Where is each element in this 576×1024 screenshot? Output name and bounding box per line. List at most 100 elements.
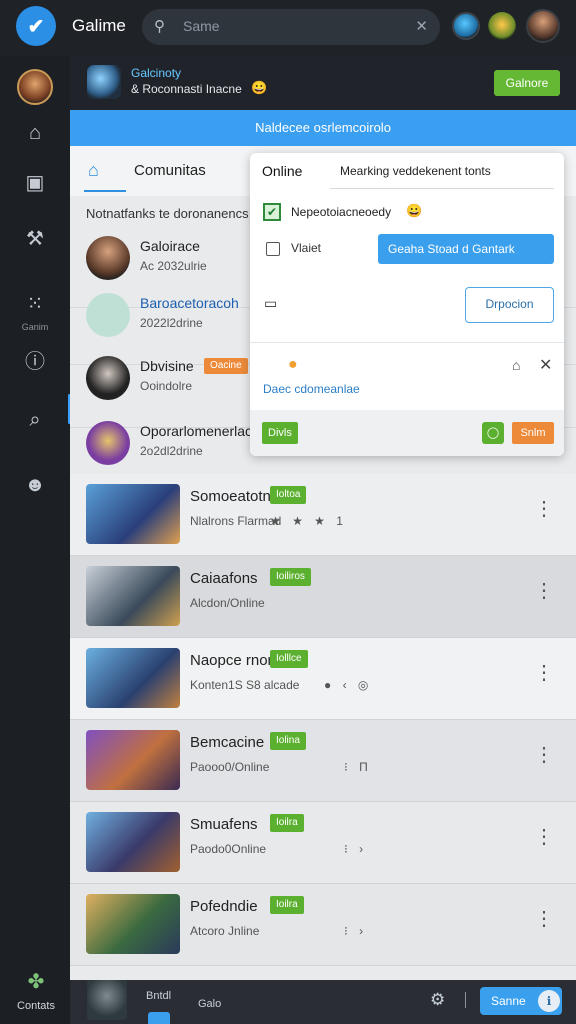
game-thumbnail: [86, 648, 180, 708]
game-tag: Ioilra: [270, 896, 304, 914]
game-thumbnail: [86, 812, 180, 872]
clear-icon[interactable]: ✕: [415, 17, 428, 35]
grid-icon[interactable]: ⁙: [22, 291, 48, 317]
game-status: Paooo0/Online: [190, 760, 270, 774]
popup-text-field[interactable]: Mearking veddekenent tonts: [330, 159, 554, 189]
checkbox-label: Nepeotoiacneoedy: [291, 205, 392, 219]
game-row[interactable]: Smuafens Ioilra Paodo0Online ⁝ › ⋮: [70, 802, 576, 884]
home-icon[interactable]: ⌂: [22, 120, 48, 146]
friend-avatar: [86, 293, 130, 337]
monitor-icon[interactable]: ▭: [264, 295, 277, 312]
tab-community[interactable]: Comunitas: [134, 162, 206, 179]
game-tag: Iolina: [270, 732, 306, 750]
checked-checkbox[interactable]: ✔: [263, 203, 281, 221]
achievement-icon[interactable]: [488, 12, 516, 40]
game-title: Smuafens: [190, 816, 258, 833]
emoji-icon: 😀: [251, 80, 268, 95]
friends-icon[interactable]: ☻: [22, 472, 48, 498]
friend-status: 2022l2drine: [140, 316, 203, 330]
popup-title: Online: [262, 163, 303, 179]
friend-name: Oporarlomenerlacec: [140, 423, 267, 439]
info-icon[interactable]: ⓘ: [22, 349, 48, 375]
popup-link[interactable]: Daec cdomeanlae: [263, 382, 360, 396]
friend-name: Dbvisine: [140, 358, 194, 374]
profile-thumbnail[interactable]: [87, 65, 121, 99]
header-button[interactable]: Galnore: [494, 70, 560, 96]
friend-status: Ooindolre: [140, 379, 193, 393]
profile-status: & Roconnasti Inacne: [131, 82, 242, 96]
game-rating: ★ ★ ★ 1: [270, 514, 347, 528]
game-status-icons: ⁝ ›: [344, 842, 368, 856]
game-status: Alcdon/Online: [190, 596, 265, 610]
bottom-avatar[interactable]: [87, 980, 127, 1020]
notification-tab: [148, 1012, 170, 1024]
bottom-name: Bntdl: [146, 990, 172, 1002]
game-status-icons: ⁝ Π: [344, 760, 372, 774]
fire-icon: ●: [288, 356, 298, 373]
friend-avatar: [86, 356, 130, 400]
unchecked-checkbox[interactable]: [266, 242, 280, 256]
friend-avatar: [86, 421, 130, 465]
primary-button[interactable]: Geaha Stoad d Gantark: [378, 234, 554, 264]
game-title: Bemcacine: [190, 734, 265, 751]
game-row[interactable]: Bemcacine Iolina Paooo0/Online ⁝ Π ⋮: [70, 720, 576, 802]
send-button-label: Sanne: [491, 994, 526, 1008]
search-input[interactable]: Same: [183, 18, 220, 34]
game-tag: Ioltoa: [270, 486, 307, 504]
game-row[interactable]: Naopce rnone Iolllce Konten1S S8 alcade …: [70, 638, 576, 720]
top-bar: ✔ Galime ⚲ Same ✕: [0, 0, 576, 56]
library-icon[interactable]: ▣: [22, 170, 48, 196]
green-button[interactable]: Divls: [262, 422, 298, 444]
popup-footer: Divls ◯ Snlm: [250, 410, 564, 456]
more-options-icon[interactable]: ⋮: [534, 660, 554, 685]
game-status: Konten1S S8 alcade: [190, 678, 300, 692]
game-thumbnail: [86, 484, 180, 544]
game-tag: Iolllce: [270, 650, 308, 668]
game-title: Caiaafons: [190, 570, 258, 587]
chat-icon[interactable]: ◯: [482, 422, 504, 444]
bottom-bar: Bntdl Galo ⚙ Sanne ℹ: [70, 980, 576, 1024]
game-status-icons: ⁝ ›: [344, 924, 368, 938]
game-title: Pofedndie: [190, 898, 258, 915]
gear-icon[interactable]: ⚙: [430, 990, 445, 1010]
home-tab-icon[interactable]: ⌂: [88, 160, 110, 182]
profile-avatar[interactable]: [17, 69, 53, 105]
game-title: Somoeatotn: [190, 488, 271, 505]
friend-name: Baroacetoracoh: [140, 295, 239, 311]
send-button[interactable]: Sanne ℹ: [480, 987, 562, 1015]
checkbox-label: Vlaiet: [291, 241, 322, 255]
app-logo-icon[interactable]: ✔: [16, 6, 56, 46]
game-row[interactable]: Caiaafons Ioiliros Alcdon/Online ⋮: [70, 556, 576, 638]
game-thumbnail: [86, 566, 180, 626]
contacts-icon[interactable]: ✤: [24, 969, 48, 993]
game-status: Paodo0Online: [190, 842, 267, 856]
friend-status: 2o2dl2drine: [140, 444, 203, 458]
game-thumbnail: [86, 730, 180, 790]
orange-button[interactable]: Snlm: [512, 422, 554, 444]
online-popup: Online Mearking veddekenent tonts ✔ Nepe…: [250, 153, 564, 456]
rail-label: Ganim: [21, 322, 49, 332]
friend-tag: Oacine: [204, 358, 248, 374]
search-rail-icon[interactable]: ⌕: [22, 407, 48, 433]
more-options-icon[interactable]: ⋮: [534, 824, 554, 849]
user-avatar[interactable]: [526, 9, 560, 43]
game-row[interactable]: Pofedndie Ioilra Atcoro Jnline ⁝ › ⋮: [70, 884, 576, 966]
more-options-icon[interactable]: ⋮: [534, 906, 554, 931]
more-options-icon[interactable]: ⋮: [534, 578, 554, 603]
outline-button[interactable]: Drpocion: [465, 287, 554, 323]
left-rail: ⌂ ▣ ⚒ Ganim ⁙ ⓘ ⌕ ☻ ✤ Contats: [0, 56, 71, 1024]
bottom-label: Galo: [198, 998, 222, 1010]
lock-icon[interactable]: ⌂: [512, 357, 520, 373]
close-icon[interactable]: ✕: [539, 355, 552, 375]
more-options-icon[interactable]: ⋮: [534, 496, 554, 521]
tools-icon[interactable]: ⚒: [22, 226, 48, 252]
globe-icon[interactable]: [452, 12, 480, 40]
search-bar[interactable]: ⚲ Same ✕: [142, 9, 440, 45]
info-badge-icon: ℹ: [538, 990, 560, 1012]
profile-name[interactable]: Galcinoty: [131, 66, 181, 80]
contacts-label[interactable]: Contats: [6, 1000, 66, 1012]
game-row[interactable]: Somoeatotn Ioltoa Nlalrons Flarmad ★ ★ ★…: [70, 474, 576, 556]
more-options-icon[interactable]: ⋮: [534, 742, 554, 767]
banner[interactable]: Naldecee osrlemcoirolo: [70, 110, 576, 146]
game-tag: Ioiliros: [270, 568, 311, 586]
